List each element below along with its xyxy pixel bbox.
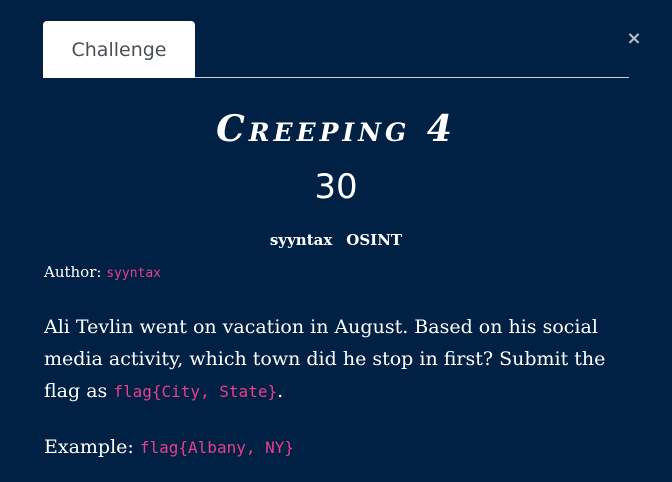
tag-author: syyntax [269, 231, 333, 249]
example-line: Example: flag{Albany, NY} [44, 431, 294, 464]
author-name: syyntax [106, 266, 162, 281]
example-label: Example: [44, 436, 134, 458]
challenge-tags: syyntax OSINT [0, 229, 672, 251]
challenge-description: Ali Tevlin went on vacation in August. B… [44, 311, 644, 408]
flag-format-code: flag{City, State} [113, 382, 278, 401]
challenge-title: Creeping 4 [216, 108, 456, 150]
tab-challenge[interactable]: Challenge [43, 21, 195, 78]
tag-category: OSINT [346, 231, 403, 249]
example-flag-code: flag{Albany, NY} [139, 438, 294, 457]
challenge-points: 30 [314, 167, 358, 207]
author-line: Author: syyntax [44, 261, 161, 285]
tab-bar: Challenge [43, 21, 629, 78]
description-end: . [277, 380, 284, 402]
author-label: Author: [44, 263, 102, 281]
close-icon[interactable]: × [625, 28, 643, 50]
